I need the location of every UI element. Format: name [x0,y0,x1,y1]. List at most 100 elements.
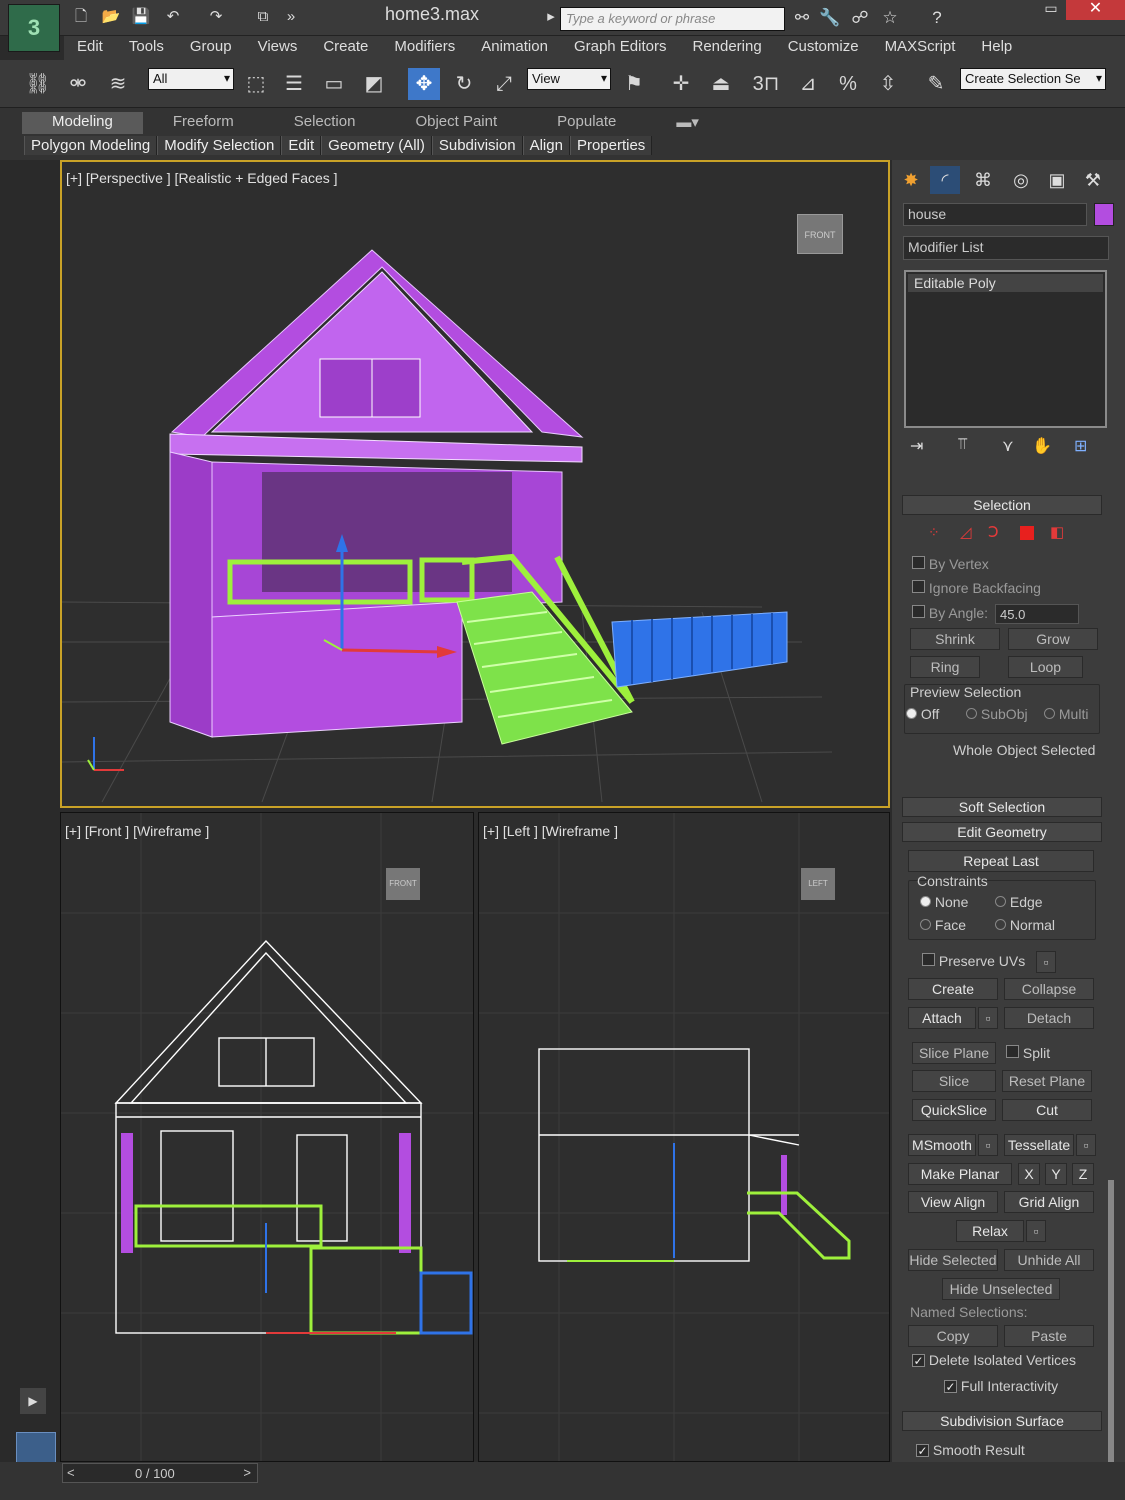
utilities-tab-icon[interactable]: ⚒ [1078,166,1108,194]
edit-named-selection-icon[interactable]: ✎ [920,68,952,100]
collapse-button[interactable]: Collapse [1004,978,1094,1000]
pin-stack-icon[interactable]: ⇥ [910,436,923,456]
paste-button[interactable]: Paste [1004,1325,1094,1347]
create-button[interactable]: Create [908,978,998,1000]
help-icon[interactable]: ? [925,6,949,30]
preview-multi-radio[interactable]: Multi [1044,706,1088,722]
smooth-result-row[interactable]: Smooth Result [916,1442,1025,1458]
snap-toggle-icon[interactable]: 3⊓ [750,68,782,100]
constraint-none-radio[interactable]: None [920,894,968,910]
planar-z-button[interactable]: Z [1072,1163,1094,1185]
menu-edit[interactable]: Edit [64,36,116,60]
quickslice-button[interactable]: QuickSlice [912,1099,996,1121]
tab-modeling[interactable]: Modeling [22,112,143,134]
panel-subdivision[interactable]: Subdivision [431,136,523,155]
percent-snap-icon[interactable]: % [832,68,864,100]
menu-graph-editors[interactable]: Graph Editors [561,36,680,60]
pivot-center-icon[interactable]: ⚑ [618,68,650,100]
by-angle-row[interactable]: By Angle: [912,605,988,621]
panel-geometry-all[interactable]: Geometry (All) [321,136,432,155]
unhide-all-button[interactable]: Unhide All [1004,1249,1094,1271]
modifier-stack[interactable]: Editable Poly [904,270,1107,428]
msmooth-button[interactable]: MSmooth [908,1134,976,1156]
unlink-icon[interactable]: ⚮ [62,68,94,100]
undo-icon[interactable]: ↶ [162,6,184,28]
border-mode-icon[interactable]: Ↄ [988,523,999,541]
tab-object-paint[interactable]: Object Paint [385,112,527,134]
menu-create[interactable]: Create [310,36,381,60]
menu-animation[interactable]: Animation [468,36,561,60]
element-mode-icon[interactable]: ◧ [1050,523,1064,541]
split-row[interactable]: Split [1006,1045,1050,1061]
tab-freeform[interactable]: Freeform [143,112,264,134]
relax-button[interactable]: Relax [956,1220,1024,1242]
project-folder-icon[interactable]: ⧉ [252,6,274,28]
slice-button[interactable]: Slice [912,1070,996,1092]
remove-modifier-icon[interactable]: ✋ [1032,436,1052,456]
hide-unselected-button[interactable]: Hide Unselected [942,1278,1060,1300]
soft-selection-rollout-header[interactable]: Soft Selection [902,797,1102,817]
repeat-last-button[interactable]: Repeat Last [908,850,1094,872]
panel-align[interactable]: Align [522,136,570,155]
minimize-button[interactable]: ▭ [1040,0,1062,18]
angle-spinner[interactable]: 45.0 [995,604,1079,624]
exchange-icon[interactable]: ☍ [848,6,872,30]
scale-icon[interactable]: ⤢ [488,68,520,100]
redo-icon[interactable]: ↷ [205,6,227,28]
reference-coordinate-dropdown[interactable]: View [527,68,611,90]
rect-selection-icon[interactable]: ▭ [318,68,350,100]
keyboard-shortcut-icon[interactable]: ⏏ [705,68,737,100]
slice-plane-button[interactable]: Slice Plane [912,1042,996,1064]
preserve-uvs-settings-icon[interactable]: ▫ [1036,951,1056,973]
time-slider[interactable]: < 0 / 100 > [62,1463,258,1483]
link-icon[interactable]: ⛓ [22,68,54,100]
ring-button[interactable]: Ring [910,656,980,678]
menu-help[interactable]: Help [968,36,1025,60]
bind-spacewarp-icon[interactable]: ≋ [102,68,134,100]
detach-button[interactable]: Detach [1004,1007,1094,1029]
command-panel-scrollbar[interactable] [1108,1180,1114,1470]
ribbon-options-icon[interactable]: ▬▾ [646,112,729,134]
create-tab-icon[interactable]: ✸ [896,166,926,194]
selection-filter-dropdown[interactable]: All [148,68,234,90]
by-vertex-row[interactable]: By Vertex [912,556,989,572]
grid-align-button[interactable]: Grid Align [1004,1191,1094,1213]
edge-mode-icon[interactable]: ◿ [960,523,972,541]
play-icon[interactable]: ▶ [20,1388,46,1414]
menu-customize[interactable]: Customize [775,36,872,60]
modifier-list-dropdown[interactable]: Modifier List [903,236,1109,260]
rotate-icon[interactable]: ↻ [448,68,480,100]
front-viewcube[interactable]: FRONT [386,868,420,900]
cut-button[interactable]: Cut [1002,1099,1092,1121]
panel-edit[interactable]: Edit [281,136,322,155]
vertex-mode-icon[interactable]: ⁘ [928,524,940,541]
tessellate-button[interactable]: Tessellate [1004,1134,1074,1156]
msmooth-settings-icon[interactable]: ▫ [978,1134,998,1156]
modify-tab-icon[interactable]: ◜ [930,166,960,194]
front-viewport[interactable]: [+] [Front ] [Wireframe ] FRONT [60,812,474,1462]
spinner-snap-icon[interactable]: ⇳ [872,68,904,100]
menu-group[interactable]: Group [177,36,245,60]
selection-rollout-header[interactable]: Selection [902,495,1102,515]
preview-subobj-radio[interactable]: SubObj [966,706,1028,722]
move-icon[interactable]: ✥ [408,68,440,100]
hierarchy-tab-icon[interactable]: ⌘ [968,166,998,194]
star-icon[interactable]: ☆ [878,6,902,30]
constraint-face-radio[interactable]: Face [920,917,966,933]
view-align-button[interactable]: View Align [908,1191,998,1213]
attach-list-icon[interactable]: ▫ [978,1007,998,1029]
loop-button[interactable]: Loop [1008,656,1083,678]
viewcube[interactable]: FRONT [797,214,843,254]
ignore-backfacing-row[interactable]: Ignore Backfacing [912,580,1041,596]
hide-selected-button[interactable]: Hide Selected [908,1249,998,1271]
preserve-uvs-row[interactable]: Preserve UVs [922,953,1025,969]
menu-tools[interactable]: Tools [116,36,177,60]
show-end-result-icon[interactable]: ⫪ [958,436,967,454]
full-interactivity-row[interactable]: Full Interactivity [944,1378,1058,1394]
menu-rendering[interactable]: Rendering [679,36,774,60]
make-planar-button[interactable]: Make Planar [908,1163,1012,1185]
window-crossing-icon[interactable]: ◩ [358,68,390,100]
subdivision-surface-rollout-header[interactable]: Subdivision Surface [902,1411,1102,1431]
open-file-icon[interactable]: 📂 [100,6,122,28]
select-manipulate-icon[interactable]: ✛ [665,68,697,100]
